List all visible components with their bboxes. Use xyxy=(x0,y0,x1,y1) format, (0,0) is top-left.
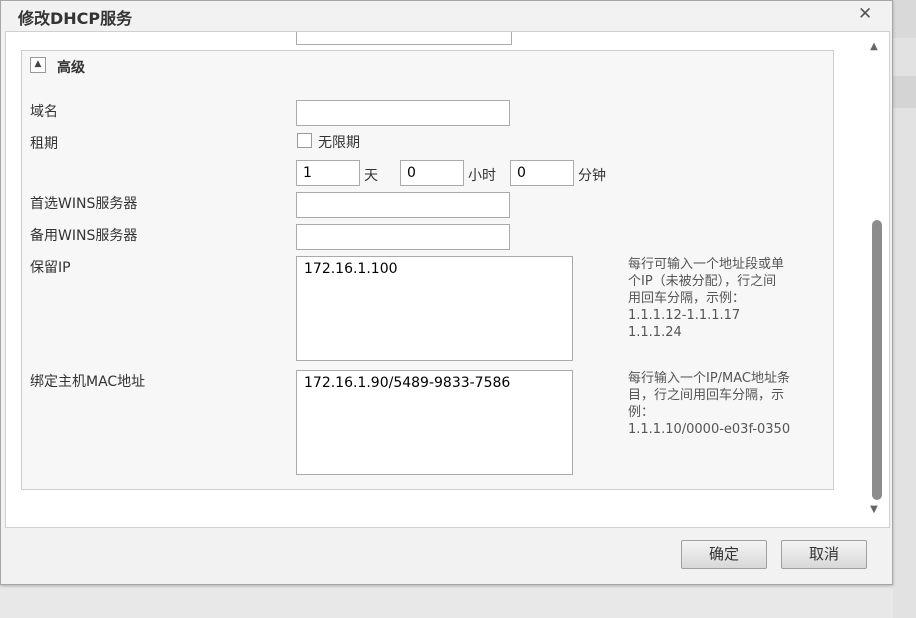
section-title: 高级 xyxy=(57,60,85,76)
backup-wins-input[interactable] xyxy=(296,224,510,250)
lease-hours-input[interactable] xyxy=(400,160,464,186)
minutes-unit-label: 分钟 xyxy=(578,168,606,184)
reserved-ip-hint: 每行可输入一个地址段或单 个IP（未被分配），行之间 用回车分隔，示例： 1.1… xyxy=(628,256,784,341)
background-bottom xyxy=(0,586,893,618)
hint-line: 1.1.1.24 xyxy=(628,325,682,340)
scroll-down-arrow-icon[interactable]: ▼ xyxy=(867,505,881,515)
lease-label: 租期 xyxy=(30,136,58,152)
background-block xyxy=(893,0,916,38)
hint-line: 目，行之间用回车分隔，示 xyxy=(628,388,785,403)
lease-days-input[interactable] xyxy=(296,160,360,186)
collapse-up-icon[interactable]: ▲ xyxy=(30,57,46,73)
primary-wins-input[interactable] xyxy=(296,192,510,218)
mac-bind-textarea[interactable]: 172.16.1.90/5489-9833-7586 xyxy=(296,370,573,475)
domain-input[interactable] xyxy=(296,100,510,126)
reserved-ip-textarea[interactable]: 172.16.1.100 xyxy=(296,256,573,361)
primary-wins-label: 首选WINS服务器 xyxy=(30,196,138,212)
hint-line: 个IP（未被分配），行之间 xyxy=(628,274,777,289)
unlimited-lease-label: 无限期 xyxy=(318,135,360,151)
domain-label: 域名 xyxy=(30,104,58,120)
backup-wins-label: 备用WINS服务器 xyxy=(30,228,138,244)
background-right xyxy=(893,0,916,618)
hint-line: 用回车分隔，示例： xyxy=(628,291,746,306)
hint-line: 1.1.1.10/0000-e03f-0350 xyxy=(628,422,791,437)
dialog-content: ▲ 高级 域名 租期 无限期 天 小时 分钟 首选WINS服务器 备用WINS服… xyxy=(5,31,890,528)
scrolled-input-remnant xyxy=(296,32,512,45)
ok-button[interactable]: 确定 xyxy=(681,540,767,569)
mac-bind-label: 绑定主机MAC地址 xyxy=(30,374,146,390)
edit-dhcp-dialog: 修改DHCP服务 ✕ ▲ 高级 域名 租期 无限期 天 小时 分钟 首选WINS… xyxy=(0,0,893,585)
advanced-section: ▲ 高级 域名 租期 无限期 天 小时 分钟 首选WINS服务器 备用WINS服… xyxy=(21,50,834,490)
reserved-ip-label: 保留IP xyxy=(30,260,71,276)
hours-unit-label: 小时 xyxy=(468,168,496,184)
hint-line: 每行可输入一个地址段或单 xyxy=(628,257,785,272)
scrollbar-thumb[interactable] xyxy=(872,220,882,500)
unlimited-lease-checkbox[interactable] xyxy=(297,133,312,148)
hint-line: 每行输入一个IP/MAC地址条 xyxy=(628,371,791,386)
vertical-scrollbar[interactable]: ▲ ▼ xyxy=(867,42,882,520)
mac-bind-hint: 每行输入一个IP/MAC地址条 目，行之间用回车分隔，示 例： 1.1.1.10… xyxy=(628,370,790,438)
hint-line: 例： xyxy=(628,405,655,420)
days-unit-label: 天 xyxy=(364,168,378,184)
dialog-header: 修改DHCP服务 ✕ xyxy=(1,1,892,31)
background-block xyxy=(893,76,916,108)
scroll-up-arrow-icon[interactable]: ▲ xyxy=(867,42,881,52)
hint-line: 1.1.1.12-1.1.1.17 xyxy=(628,308,741,323)
dialog-title: 修改DHCP服务 xyxy=(18,9,133,28)
close-icon[interactable]: ✕ xyxy=(858,4,872,24)
cancel-button[interactable]: 取消 xyxy=(781,540,867,569)
lease-minutes-input[interactable] xyxy=(510,160,574,186)
